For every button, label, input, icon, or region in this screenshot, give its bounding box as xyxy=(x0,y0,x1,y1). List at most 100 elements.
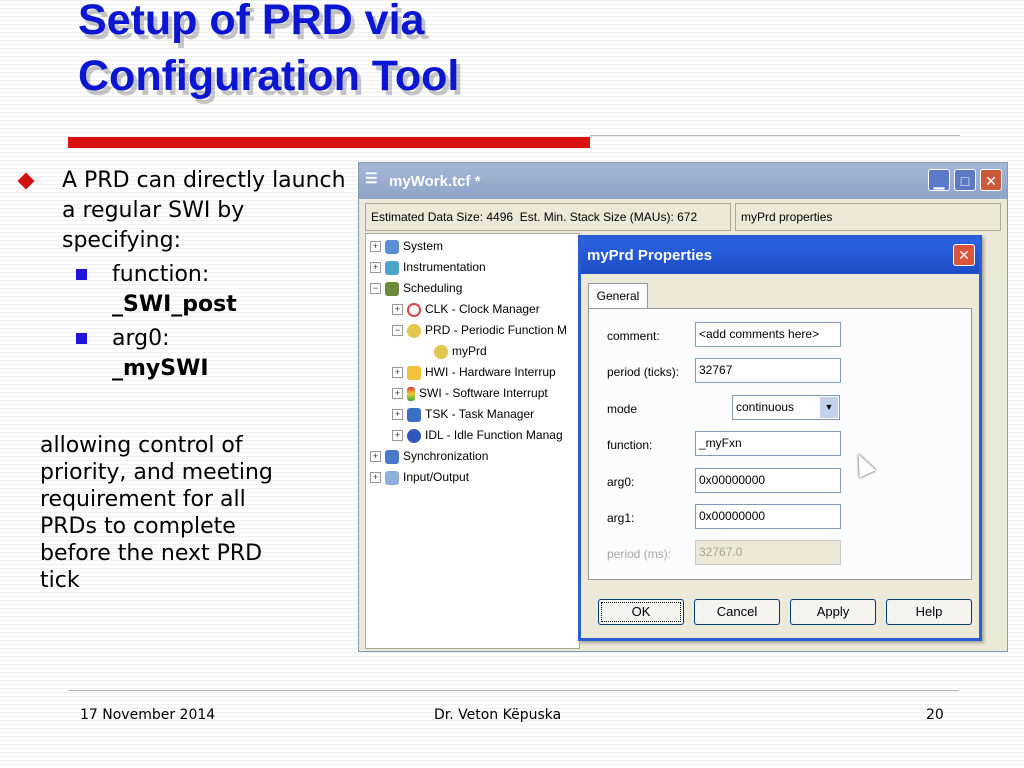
tree-label: Input/Output xyxy=(403,470,470,484)
tree-item-instrumentation[interactable]: + Instrumentation xyxy=(370,258,486,276)
prd-icon xyxy=(434,344,448,359)
task-icon xyxy=(407,407,421,422)
expand-icon[interactable]: + xyxy=(392,304,403,316)
expand-icon[interactable]: + xyxy=(370,241,381,253)
bullet-list: A PRD can directly launch a regular SWI … xyxy=(12,166,352,384)
io-icon xyxy=(385,470,399,485)
sub-bullet-value: _mySWI xyxy=(112,356,209,381)
tree-label: Instrumentation xyxy=(403,260,486,274)
tree-label: Scheduling xyxy=(403,281,463,295)
collapse-icon[interactable]: − xyxy=(370,283,381,295)
para-line: allowing control of xyxy=(40,433,243,458)
period-ticks-input[interactable]: 32767 xyxy=(695,358,841,383)
expand-icon[interactable]: + xyxy=(392,409,403,421)
status-properties: myPrd properties xyxy=(735,203,1001,231)
sub-bullet-label: function: xyxy=(112,262,210,287)
expand-icon[interactable]: + xyxy=(370,472,381,484)
function-input[interactable]: _myFxn xyxy=(695,431,841,456)
traffic-light-icon xyxy=(407,386,415,401)
mode-select[interactable]: continuous ▼ xyxy=(732,395,840,420)
tree-label: System xyxy=(403,239,444,253)
expand-icon[interactable]: + xyxy=(370,451,381,463)
status-data-size: Estimated Data Size: 4496 xyxy=(371,210,514,224)
footer-author: Dr. Veton Këpuska xyxy=(434,707,562,723)
title-underline-bar xyxy=(68,137,590,148)
clock-icon xyxy=(407,302,421,317)
bullet-item: A PRD can directly launch a regular SWI … xyxy=(12,166,352,256)
cancel-button[interactable]: Cancel xyxy=(694,599,780,625)
dialog-title: myPrd Properties xyxy=(587,247,713,264)
status-bar: Estimated Data Size: 4496 Est. Min. Stac… xyxy=(365,203,731,231)
tab-general[interactable]: General xyxy=(588,283,648,309)
arg1-label: arg1: xyxy=(607,511,635,525)
para-line: tick xyxy=(40,568,80,593)
tree-label: Synchronization xyxy=(403,449,489,463)
window-titlebar: ☰ myWork.tcf * ▁ □ ✕ xyxy=(359,163,1007,199)
config-tool-screenshot: ☰ myWork.tcf * ▁ □ ✕ Estimated Data Size… xyxy=(358,162,1008,652)
tree-item-scheduling[interactable]: − Scheduling xyxy=(370,279,462,297)
ok-button[interactable]: OK xyxy=(598,599,684,625)
tree-label: IDL - Idle Function Manag xyxy=(425,428,563,442)
collapse-icon[interactable]: − xyxy=(392,325,403,337)
tree-label: PRD - Periodic Function M xyxy=(425,323,568,337)
dialog-close-button[interactable]: ✕ xyxy=(953,244,975,266)
maximize-button[interactable]: □ xyxy=(954,169,976,191)
sub-bullet-arg0: arg0: _mySWI xyxy=(12,324,352,384)
square-bullet-icon xyxy=(76,333,87,344)
minimize-button[interactable]: ▁ xyxy=(928,169,950,191)
footer-rule xyxy=(68,690,958,691)
tree-item-hwi[interactable]: + HWI - Hardware Interrup xyxy=(392,363,556,381)
tree-label: TSK - Task Manager xyxy=(425,407,535,421)
instrumentation-icon xyxy=(385,260,399,275)
sub-bullet-function: function: _SWI_post xyxy=(12,260,352,320)
arg0-input[interactable]: 0x00000000 xyxy=(695,468,841,493)
scheduling-icon xyxy=(385,281,399,296)
diamond-bullet-icon xyxy=(17,172,35,190)
system-icon xyxy=(385,239,399,254)
bullet-text: A PRD can directly launch a regular SWI … xyxy=(62,168,346,253)
module-tree[interactable]: + System + Instrumentation − Scheduling + CL… xyxy=(365,233,580,649)
tree-item-prd[interactable]: − PRD - Periodic Function M xyxy=(392,321,567,339)
apply-button[interactable]: Apply xyxy=(790,599,876,625)
tree-item-system[interactable]: + System xyxy=(370,237,443,255)
general-panel: comment: <add comments here> period (tic… xyxy=(588,308,972,580)
footer-page-number: 20 xyxy=(926,707,944,723)
dialog-titlebar: myPrd Properties ✕ xyxy=(581,238,979,274)
tree-item-myprd[interactable]: myPrd xyxy=(434,342,487,360)
arg0-label: arg0: xyxy=(607,475,635,489)
status-stack-size: Est. Min. Stack Size (MAUs): 672 xyxy=(519,210,698,224)
comment-input[interactable]: <add comments here> xyxy=(695,322,841,347)
tree-item-synchronization[interactable]: + Synchronization xyxy=(370,447,488,465)
tree-label: HWI - Hardware Interrup xyxy=(425,365,556,379)
explanation-paragraph: allowing control of priority, and meetin… xyxy=(40,432,340,594)
tree-item-swi[interactable]: + SWI - Software Interrupt xyxy=(392,384,548,402)
sub-bullet-label: arg0: xyxy=(112,326,170,351)
mode-label: mode xyxy=(607,402,638,416)
sub-bullet-value: _SWI_post xyxy=(112,292,237,317)
status-props-label: myPrd properties xyxy=(741,210,833,224)
para-line: before the next PRD xyxy=(40,541,263,566)
expand-icon[interactable]: + xyxy=(392,367,403,379)
period-ms-label: period (ms): xyxy=(607,547,672,561)
expand-icon[interactable]: + xyxy=(392,388,403,400)
para-line: PRDs to complete xyxy=(40,514,236,539)
tree-label: CLK - Clock Manager xyxy=(425,302,540,316)
tree-item-input-output[interactable]: + Input/Output xyxy=(370,468,469,486)
close-window-button[interactable]: ✕ xyxy=(980,169,1002,191)
period-ticks-label: period (ticks): xyxy=(607,365,680,379)
tree-label: myPrd xyxy=(452,344,487,358)
function-label: function: xyxy=(607,438,653,452)
arg1-input[interactable]: 0x00000000 xyxy=(695,504,841,529)
config-tool-icon: ☰ xyxy=(365,170,378,186)
sync-icon xyxy=(385,449,399,464)
expand-icon[interactable]: + xyxy=(370,262,381,274)
properties-dialog: myPrd Properties ✕ General comment: <add… xyxy=(578,235,982,641)
expand-icon[interactable]: + xyxy=(392,430,403,442)
prd-icon xyxy=(407,323,421,338)
tree-item-tsk[interactable]: + TSK - Task Manager xyxy=(392,405,534,423)
mode-value: continuous xyxy=(736,400,795,414)
tree-item-clk[interactable]: + CLK - Clock Manager xyxy=(392,300,540,318)
help-button[interactable]: Help xyxy=(886,599,972,625)
chevron-down-icon[interactable]: ▼ xyxy=(820,397,838,418)
tree-item-idl[interactable]: + IDL - Idle Function Manag xyxy=(392,426,563,444)
